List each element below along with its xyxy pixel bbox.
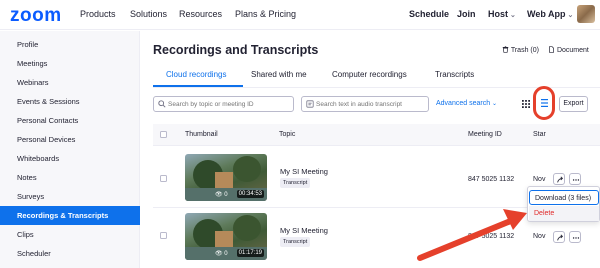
transcript-search-icon: [306, 100, 314, 108]
transcript-badge: Transcript: [280, 237, 311, 247]
sidebar-item-surveys[interactable]: Surveys: [0, 187, 140, 206]
sidebar-item-profile[interactable]: Profile: [0, 35, 140, 54]
topic-link[interactable]: My SI Meeting: [280, 226, 328, 235]
trash-link[interactable]: Trash (0): [502, 46, 539, 54]
select-all-checkbox[interactable]: [160, 131, 167, 138]
start-time: Nov: [533, 176, 546, 183]
view-count-value: 0: [224, 192, 228, 198]
recording-thumbnail[interactable]: 👁 0 01:17:19: [185, 213, 267, 260]
menu-item-download[interactable]: Download (3 files): [529, 190, 599, 205]
row-checkbox[interactable]: [160, 232, 167, 239]
sidebar-item-recordings-transcripts[interactable]: Recordings & Transcripts: [0, 206, 140, 225]
recording-thumbnail[interactable]: 👁 0 00:34:53: [185, 154, 267, 201]
nav-resources[interactable]: Resources: [179, 9, 222, 19]
tab-computer-recordings[interactable]: Computer recordings: [332, 70, 407, 79]
sidebar-item-notes[interactable]: Notes: [0, 168, 140, 187]
column-meeting-id: Meeting ID: [468, 131, 502, 138]
chevron-down-icon: ⌄: [567, 12, 574, 19]
share-icon: [557, 234, 564, 241]
nav-join[interactable]: Join: [457, 9, 476, 19]
nav-products[interactable]: Products: [80, 9, 116, 19]
nav-schedule[interactable]: Schedule: [409, 9, 449, 19]
transcript-badge: Transcript: [280, 178, 311, 188]
sidebar-item-clips[interactable]: Clips: [0, 225, 140, 244]
avatar[interactable]: [577, 5, 595, 23]
nav-solutions[interactable]: Solutions: [130, 9, 167, 19]
document-link[interactable]: Document: [548, 46, 589, 54]
more-icon: [572, 237, 580, 239]
tab-cloud-recordings[interactable]: Cloud recordings: [166, 70, 226, 79]
sidebar: Profile Meetings Webinars Events & Sessi…: [0, 31, 140, 268]
trash-label: Trash (0): [510, 47, 539, 54]
chevron-down-icon: ⌄: [492, 101, 498, 107]
trash-icon: [502, 46, 509, 53]
view-count: 👁 0: [215, 251, 228, 257]
nav-web-app[interactable]: Web App ⌄: [527, 9, 573, 19]
topic-search-input[interactable]: [168, 99, 288, 110]
nav-web-app-label: Web App: [527, 9, 566, 19]
sidebar-item-scheduler[interactable]: Scheduler: [0, 244, 140, 263]
meeting-id: 847 5025 1132: [468, 233, 515, 240]
advanced-search-label: Advanced search: [436, 100, 491, 107]
duration-badge: 01:17:19: [236, 249, 264, 257]
nav-host-label: Host: [488, 9, 508, 19]
sidebar-item-meetings[interactable]: Meetings: [0, 54, 140, 73]
share-button[interactable]: [553, 173, 565, 185]
column-topic: Topic: [279, 131, 296, 138]
page-title: Recordings and Transcripts: [153, 43, 319, 57]
arrow-head: [503, 209, 527, 230]
transcript-search-input[interactable]: [316, 99, 436, 110]
export-button[interactable]: Export: [559, 96, 588, 112]
start-time: Nov: [533, 233, 546, 240]
thumbnail-image-detail: [215, 172, 233, 188]
thumbnail-image-detail: [233, 156, 261, 182]
tabs-divider: [153, 87, 600, 88]
nav-plans-pricing[interactable]: Plans & Pricing: [235, 9, 296, 19]
topic-search-box[interactable]: [153, 96, 294, 112]
top-nav: zoom Products Solutions Resources Plans …: [0, 0, 600, 30]
tab-shared-with-me[interactable]: Shared with me: [251, 70, 307, 79]
more-icon: [572, 179, 580, 181]
more-button[interactable]: [569, 173, 581, 185]
transcript-search-box[interactable]: [301, 96, 436, 112]
document-icon: [549, 46, 554, 53]
menu-item-delete[interactable]: Delete: [529, 206, 599, 221]
share-button[interactable]: [553, 231, 565, 243]
nav-host[interactable]: Host ⌄: [488, 9, 516, 19]
list-view-icon: [541, 99, 548, 107]
row-checkbox[interactable]: [160, 175, 167, 182]
view-count: 👁 0: [215, 192, 228, 198]
sidebar-item-whiteboards[interactable]: Whiteboards: [0, 149, 140, 168]
zoom-logo[interactable]: zoom: [10, 5, 62, 27]
sidebar-item-personal-contacts[interactable]: Personal Contacts: [0, 111, 140, 130]
column-thumbnail: Thumbnail: [185, 131, 218, 138]
chevron-down-icon: ⌄: [510, 12, 516, 19]
duration-badge: 00:34:53: [236, 190, 264, 198]
share-icon: [557, 176, 564, 183]
table-header: Thumbnail Topic Meeting ID Star: [153, 124, 600, 146]
thumbnail-image-detail: [215, 231, 233, 247]
advanced-search-link[interactable]: Advanced search ⌄: [436, 100, 497, 107]
tab-transcripts[interactable]: Transcripts: [435, 70, 474, 79]
view-count-value: 0: [224, 251, 228, 257]
thumbnail-image-detail: [233, 215, 261, 241]
search-icon: [158, 100, 166, 108]
more-button[interactable]: [569, 231, 581, 243]
topic-link[interactable]: My SI Meeting: [280, 167, 328, 176]
column-start-time: Star: [533, 131, 546, 138]
sidebar-item-personal-devices[interactable]: Personal Devices: [0, 130, 140, 149]
grid-view-icon[interactable]: [522, 100, 530, 108]
document-label: Document: [556, 47, 589, 54]
meeting-id: 847 5025 1132: [468, 176, 515, 183]
sidebar-item-webinars[interactable]: Webinars: [0, 73, 140, 92]
list-view-button[interactable]: [533, 86, 555, 120]
more-actions-menu: Download (3 files) Delete: [527, 186, 600, 222]
sidebar-item-events-sessions[interactable]: Events & Sessions: [0, 92, 140, 111]
